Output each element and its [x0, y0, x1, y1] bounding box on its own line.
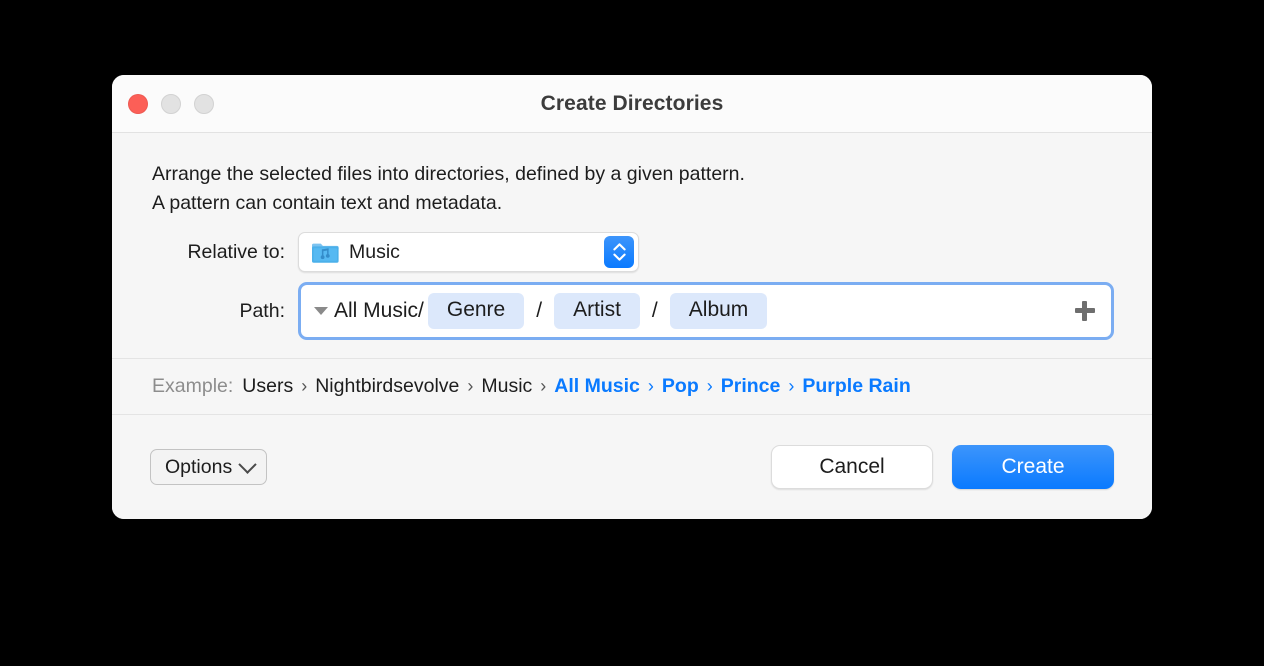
dialog-body: Arrange the selected files into director…	[112, 133, 1152, 415]
dialog-footer: Options Cancel Create	[112, 415, 1152, 519]
path-token-album[interactable]: Album	[669, 293, 768, 329]
options-button[interactable]: Options	[150, 449, 268, 485]
example-label: Example:	[152, 375, 234, 397]
minimize-button[interactable]	[161, 93, 181, 114]
close-button[interactable]	[128, 93, 148, 114]
relative-to-popup-button[interactable]: Music	[298, 232, 639, 272]
triangle-down-icon[interactable]	[314, 307, 328, 315]
path-prefix: All Music/	[334, 299, 424, 322]
relative-to-row: Relative to: Music	[150, 232, 1114, 272]
form-rows: Relative to: Music Path: All Music/ Genr…	[112, 218, 1152, 340]
path-separator: /	[651, 299, 658, 322]
breadcrumb-separator: ›	[706, 376, 713, 396]
plus-icon[interactable]	[1075, 301, 1095, 321]
page-title: Create Directories	[540, 91, 724, 115]
desktop-background: Create Directories Arrange the selected …	[0, 0, 1264, 666]
path-token-artist[interactable]: Artist	[554, 293, 640, 329]
path-token-field[interactable]: All Music/ Genre / Artist / Album	[298, 282, 1114, 340]
path-separator: /	[536, 299, 543, 322]
cancel-button[interactable]: Cancel	[771, 445, 933, 489]
path-row: Path: All Music/ Genre / Artist / Album	[150, 282, 1114, 340]
zoom-button[interactable]	[194, 93, 214, 114]
breadcrumb-music: Music	[481, 375, 533, 397]
breadcrumb-users: Users	[242, 375, 294, 397]
description-line-1: Arrange the selected files into director…	[152, 163, 745, 185]
breadcrumb-separator: ›	[647, 376, 654, 396]
create-directories-dialog: Create Directories Arrange the selected …	[112, 75, 1152, 519]
breadcrumb-album-value: Purple Rain	[802, 375, 911, 397]
description-text: Arrange the selected files into director…	[112, 133, 1152, 218]
title-bar: Create Directories	[112, 75, 1152, 133]
breadcrumb-separator: ›	[788, 376, 795, 396]
breadcrumb-separator: ›	[301, 376, 308, 396]
stepper-chevrons-icon[interactable]	[604, 236, 634, 268]
music-folder-icon	[311, 241, 339, 264]
breadcrumb-separator: ›	[467, 376, 474, 396]
relative-to-label: Relative to:	[187, 240, 285, 263]
breadcrumb-artist-value: Prince	[720, 375, 781, 397]
breadcrumb-all-music: All Music	[554, 375, 640, 397]
create-button[interactable]: Create	[952, 445, 1114, 489]
options-button-label: Options	[165, 455, 233, 478]
window-controls	[128, 93, 214, 114]
description-line-2: A pattern can contain text and metadata.	[152, 192, 503, 214]
chevron-down-icon	[238, 454, 257, 474]
breadcrumb-separator: ›	[540, 376, 547, 396]
path-label: Path:	[239, 299, 285, 322]
breadcrumb-user: Nightbirdsevolve	[315, 375, 460, 397]
breadcrumb-genre-value: Pop	[661, 375, 699, 397]
path-token-genre[interactable]: Genre	[427, 293, 525, 329]
relative-to-value: Music	[349, 240, 400, 263]
example-strip: Example: Users › Nightbirdsevolve › Musi…	[112, 358, 1152, 415]
